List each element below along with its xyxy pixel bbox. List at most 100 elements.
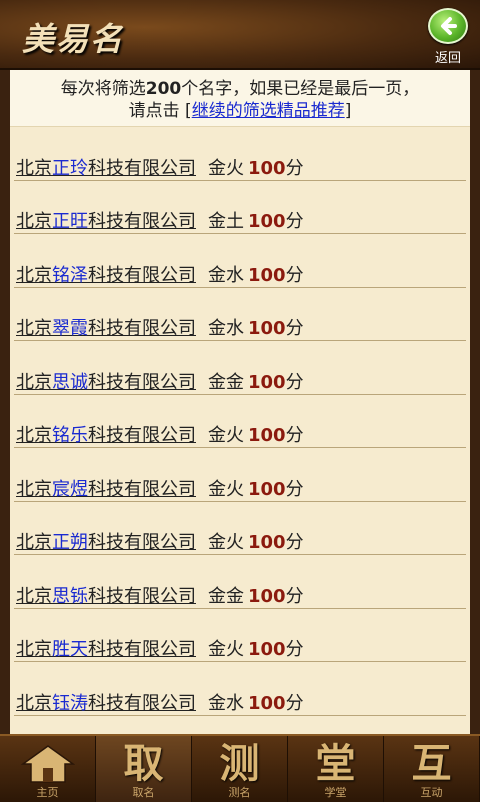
score-unit: 分 xyxy=(285,639,304,660)
name-suffix: 科技有限公司 xyxy=(88,211,196,232)
element-label: 金火 xyxy=(208,532,244,553)
score-value: 100 xyxy=(248,692,286,714)
name-suffix: 科技有限公司 xyxy=(88,692,196,714)
name-highlight: 钰涛 xyxy=(52,692,88,714)
app-header: 美易名 返回 xyxy=(0,0,480,70)
name-highlight: 翠霞 xyxy=(52,318,88,339)
nav-label-test: 测名 xyxy=(228,786,251,799)
content-panel: 每次将筛选200个名字，如果已经是最后一页， 请点击 [继续的筛选精品推荐] 北… xyxy=(10,70,470,734)
nav-label-school: 学堂 xyxy=(324,786,347,799)
name-highlight: 正玲 xyxy=(52,157,88,179)
name-prefix: 北京 xyxy=(16,585,52,607)
name-prefix: 北京 xyxy=(16,425,52,446)
list-item[interactable]: 北京正玲科技有限公司 金火 100分 xyxy=(14,127,466,181)
name-highlight: 正旺 xyxy=(52,211,88,232)
score-unit: 分 xyxy=(285,692,304,714)
nav-home[interactable]: 主页 xyxy=(0,736,96,802)
element-label: 金金 xyxy=(208,371,244,393)
score: 100分 xyxy=(248,479,304,500)
company-name-link[interactable]: 北京胜天科技有限公司 xyxy=(16,639,196,660)
nav-glyph-school: 堂 xyxy=(315,740,356,787)
name-highlight: 思诚 xyxy=(52,371,88,393)
score-value: 100 xyxy=(248,371,286,393)
name-prefix: 北京 xyxy=(16,318,52,339)
company-name-link[interactable]: 北京正旺科技有限公司 xyxy=(16,211,196,232)
element-label: 金火 xyxy=(208,478,244,500)
score-value: 100 xyxy=(248,585,286,607)
nav-naming[interactable]: 取 取名 xyxy=(96,736,192,802)
name-suffix: 科技有限公司 xyxy=(88,639,196,660)
app-logo: 美易名 xyxy=(22,20,125,58)
company-name-link[interactable]: 北京钰涛科技有限公司 xyxy=(16,693,196,714)
bottom-nav: 主页 取 取名 测 测名 堂 学堂 互 互动 xyxy=(0,734,480,802)
name-prefix: 北京 xyxy=(16,157,52,179)
score-unit: 分 xyxy=(285,478,304,500)
list-item[interactable]: 北京正朔科技有限公司 金火 100分 xyxy=(14,502,466,555)
list-item[interactable]: 北京宸煜科技有限公司 金火 100分 xyxy=(14,448,466,502)
score: 100分 xyxy=(248,265,304,286)
score-value: 100 xyxy=(248,639,286,660)
score: 100分 xyxy=(248,693,304,714)
score-unit: 分 xyxy=(285,532,304,553)
list-item[interactable]: 北京正旺科技有限公司 金土 100分 xyxy=(14,181,466,234)
name-highlight: 胜天 xyxy=(52,639,88,660)
name-prefix: 北京 xyxy=(16,692,52,714)
score-value: 100 xyxy=(248,425,286,446)
score: 100分 xyxy=(248,372,304,393)
element-label: 金火 xyxy=(208,157,244,179)
name-suffix: 科技有限公司 xyxy=(88,157,196,179)
nav-school[interactable]: 堂 学堂 xyxy=(288,736,384,802)
name-prefix: 北京 xyxy=(16,478,52,500)
nav-interact[interactable]: 互 互动 xyxy=(384,736,480,802)
list-item[interactable]: 北京钰涛科技有限公司 金水 100分 xyxy=(14,662,466,716)
list-item[interactable]: 北京思诚科技有限公司 金金 100分 xyxy=(14,341,466,395)
company-name-link[interactable]: 北京宸煜科技有限公司 xyxy=(16,479,196,500)
list-item[interactable]: 北京胜天科技有限公司 金火 100分 xyxy=(14,609,466,662)
name-suffix: 科技有限公司 xyxy=(88,318,196,339)
nav-test-name[interactable]: 测 测名 xyxy=(192,736,288,802)
score-value: 100 xyxy=(248,211,286,232)
score-value: 100 xyxy=(248,264,286,286)
home-icon xyxy=(20,744,75,784)
nav-glyph-naming: 取 xyxy=(123,740,164,787)
name-suffix: 科技有限公司 xyxy=(88,478,196,500)
element-label: 金火 xyxy=(208,425,244,446)
company-name-link[interactable]: 北京铭乐科技有限公司 xyxy=(16,425,196,446)
nav-glyph-interact: 互 xyxy=(411,740,452,787)
company-name-link[interactable]: 北京翠霞科技有限公司 xyxy=(16,318,196,339)
back-label: 返回 xyxy=(434,51,461,66)
company-name-link[interactable]: 北京正玲科技有限公司 xyxy=(16,158,196,179)
notice-count: 200 xyxy=(145,79,182,99)
recommend-link[interactable]: 继续的筛选精品推荐 xyxy=(192,101,345,121)
company-name-link[interactable]: 北京思铄科技有限公司 xyxy=(16,586,196,607)
name-suffix: 科技有限公司 xyxy=(88,371,196,393)
score-value: 100 xyxy=(248,318,286,339)
nav-label-home: 主页 xyxy=(36,786,59,799)
notice-text: 每次将筛选200个名字，如果已经是最后一页， 请点击 [继续的筛选精品推荐] xyxy=(10,70,470,127)
name-prefix: 北京 xyxy=(16,211,52,232)
element-label: 金金 xyxy=(208,585,244,607)
list-item[interactable]: 北京铭乐科技有限公司 金火 100分 xyxy=(14,395,466,448)
name-highlight: 宸煜 xyxy=(52,478,88,500)
score-unit: 分 xyxy=(285,318,304,339)
name-prefix: 北京 xyxy=(16,371,52,393)
back-button[interactable]: 返回 xyxy=(426,8,470,66)
score: 100分 xyxy=(248,318,304,339)
company-name-link[interactable]: 北京思诚科技有限公司 xyxy=(16,372,196,393)
element-label: 金水 xyxy=(208,692,244,714)
name-highlight: 铭泽 xyxy=(52,264,88,286)
list-item[interactable]: 北京铭泽科技有限公司 金水 100分 xyxy=(14,234,466,288)
score-unit: 分 xyxy=(285,157,304,179)
notice-line2-prefix: 请点击 [ xyxy=(128,101,192,121)
company-name-link[interactable]: 北京铭泽科技有限公司 xyxy=(16,265,196,286)
name-highlight: 思铄 xyxy=(52,585,88,607)
company-name-link[interactable]: 北京正朔科技有限公司 xyxy=(16,532,196,553)
list-item[interactable]: 北京翠霞科技有限公司 金水 100分 xyxy=(14,288,466,341)
element-label: 金水 xyxy=(208,318,244,339)
notice-line1-prefix: 每次将筛选 xyxy=(60,79,146,99)
element-label: 金土 xyxy=(208,211,244,232)
list-item[interactable]: 北京思铄科技有限公司 金金 100分 xyxy=(14,555,466,609)
element-label: 金水 xyxy=(208,264,244,286)
name-prefix: 北京 xyxy=(16,639,52,660)
name-list: 北京正玲科技有限公司 金火 100分 北京正旺科技有限公司 金土 100分 北京铭泽科技… xyxy=(10,127,470,716)
